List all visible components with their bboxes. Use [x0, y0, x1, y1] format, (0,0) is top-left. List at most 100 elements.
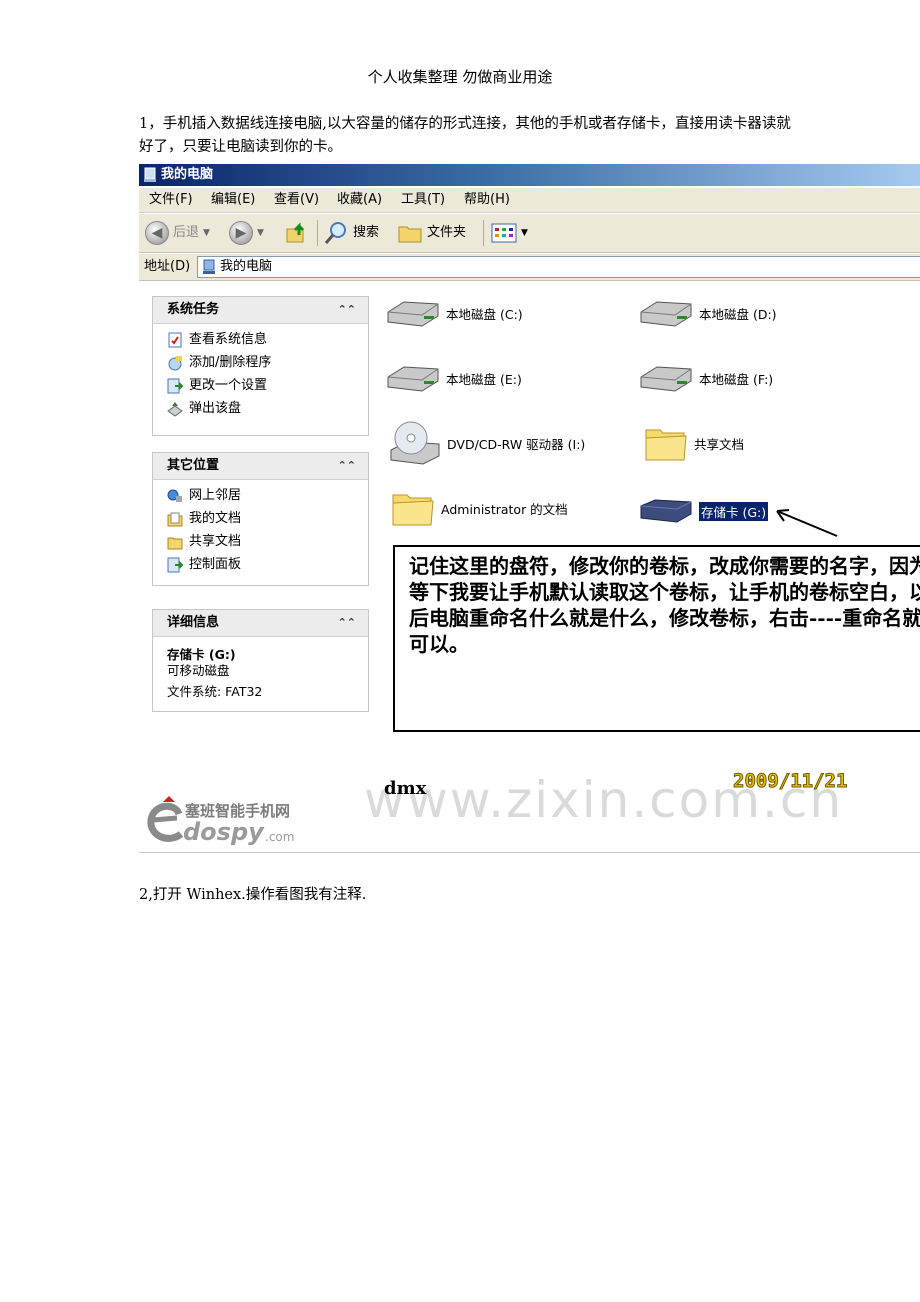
task-label: 弹出该盘 — [189, 401, 242, 416]
folder-shared[interactable]: 共享文档 — [644, 424, 744, 462]
logo-com-text: .com — [265, 830, 295, 844]
search-button[interactable]: 搜索 — [323, 214, 379, 252]
task-label: 添加/删除程序 — [189, 355, 272, 370]
folder-icon — [645, 429, 687, 461]
programs-icon — [168, 355, 182, 370]
place-label: 共享文档 — [189, 534, 242, 549]
views-button[interactable]: ▼ — [491, 214, 528, 252]
hard-disk-icon — [387, 301, 439, 327]
eject-icon — [167, 401, 183, 417]
drive-e[interactable]: 本地磁盘 (E:) — [386, 363, 522, 393]
network-icon — [167, 489, 182, 502]
folder-icon — [392, 494, 434, 526]
place-my-documents[interactable]: 我的文档 — [153, 507, 368, 530]
drive-label: 本地磁盘 (E:) — [446, 371, 522, 387]
details-name: 存储卡 (G:) — [167, 647, 236, 662]
drive-dvd[interactable]: DVD/CD-RW 驱动器 (I:) — [387, 420, 585, 466]
address-value: 我的电脑 — [220, 259, 273, 274]
documents-icon — [167, 512, 183, 526]
task-label: 更改一个设置 — [189, 378, 268, 393]
search-icon — [324, 222, 346, 244]
logo-en-text: dospy — [183, 818, 264, 846]
panel-title: 详细信息 — [167, 615, 220, 630]
chevron-up-icon: ⌃⌃ — [337, 459, 356, 472]
place-label: 网上邻居 — [189, 488, 242, 503]
window-titlebar: 我的电脑 — [139, 164, 920, 186]
page-header: 个人收集整理 勿做商业用途 — [367, 68, 553, 86]
drive-label: 本地磁盘 (D:) — [699, 306, 777, 322]
place-shared-documents[interactable]: 共享文档 — [153, 530, 368, 553]
menu-tools[interactable]: 工具(T) — [401, 188, 445, 212]
annotation-box: 记住这里的盘符，修改你的卷标，改成你需要的名字，因为等下我要让手机默认读取这个卷… — [393, 545, 920, 732]
details-header[interactable]: 详细信息 ⌃⌃ — [153, 610, 368, 637]
other-places-panel: 其它位置 ⌃⌃ 网上邻居 我的文档 共享文档 控制面板 — [152, 452, 369, 586]
up-folder-button[interactable] — [285, 214, 309, 252]
menu-help[interactable]: 帮助(H) — [464, 188, 510, 212]
place-network[interactable]: 网上邻居 — [153, 484, 368, 507]
drive-c[interactable]: 本地磁盘 (C:) — [386, 298, 523, 328]
panel-title: 其它位置 — [167, 458, 220, 473]
task-change-setting[interactable]: 更改一个设置 — [153, 374, 368, 397]
forward-button[interactable]: ▶ ▼ — [229, 214, 264, 252]
up-folder-icon — [286, 222, 305, 243]
control-panel-icon — [167, 378, 183, 393]
toolbar-separator — [483, 220, 484, 246]
system-tasks-header[interactable]: 系统任务 ⌃⌃ — [153, 297, 368, 324]
folders-button[interactable]: 文件夹 — [397, 214, 466, 252]
views-icon — [491, 223, 517, 243]
toolbar: ◀ 后退 ▼ ▶ ▼ 搜索 文件夹 ▼ — [139, 214, 920, 253]
chevron-up-icon: ⌃⌃ — [337, 616, 356, 629]
step-2-text: 2,打开 Winhex.操作看图我有注释. — [139, 887, 367, 903]
computer-icon — [203, 259, 215, 274]
menu-file[interactable]: 文件(F) — [149, 188, 193, 212]
my-computer-screenshot: 我的电脑 文件(F) 编辑(E) 查看(V) 收藏(A) 工具(T) 帮助(H)… — [139, 164, 920, 853]
drive-d[interactable]: 本地磁盘 (D:) — [639, 298, 777, 328]
drive-label: 存储卡 (G:) — [699, 501, 769, 521]
drive-label: DVD/CD-RW 驱动器 (I:) — [447, 436, 586, 452]
task-label: 查看系统信息 — [189, 332, 268, 347]
folder-admin-docs[interactable]: Administrator 的文档 — [391, 489, 568, 527]
menu-bar: 文件(F) 编辑(E) 查看(V) 收藏(A) 工具(T) 帮助(H) — [139, 188, 920, 213]
search-label: 搜索 — [353, 225, 380, 240]
back-label: 后退 — [173, 225, 200, 240]
place-label: 我的文档 — [189, 511, 242, 526]
toolbar-separator — [317, 220, 318, 246]
hard-disk-icon — [387, 366, 439, 392]
drive-label: 本地磁盘 (F:) — [699, 371, 774, 387]
back-arrow-icon: ◀ — [145, 221, 169, 245]
dvd-drive-icon — [390, 421, 440, 465]
chevron-down-icon: ▼ — [203, 228, 210, 238]
folder-icon — [398, 226, 422, 243]
folders-label: 文件夹 — [427, 225, 467, 240]
drive-card-g[interactable]: 存储卡 (G:) — [639, 496, 769, 526]
menu-favorites[interactable]: 收藏(A) — [337, 188, 382, 212]
place-control-panel[interactable]: 控制面板 — [153, 553, 368, 576]
task-eject-disk[interactable]: 弹出该盘 — [153, 397, 368, 420]
place-label: 控制面板 — [189, 557, 242, 572]
chevron-down-icon: ▼ — [521, 228, 528, 238]
step-1-text: 1，手机插入数据线连接电脑,以大容量的储存的形式连接，其他的手机或者存储卡，直接… — [139, 116, 791, 155]
other-places-header[interactable]: 其它位置 ⌃⌃ — [153, 453, 368, 480]
details-type: 可移动磁盘 — [167, 663, 230, 678]
task-add-remove-programs[interactable]: 添加/删除程序 — [153, 351, 368, 374]
date-stamp: 2009/11/21 — [732, 770, 848, 793]
drive-label: 共享文档 — [694, 436, 745, 452]
menu-view[interactable]: 查看(V) — [274, 188, 319, 212]
back-button[interactable]: ◀ 后退 ▼ — [145, 214, 210, 252]
signature: dmx — [384, 778, 427, 799]
hard-disk-icon — [640, 366, 692, 392]
address-label: 地址(D) — [144, 259, 191, 274]
drive-f[interactable]: 本地磁盘 (F:) — [639, 363, 773, 393]
address-input[interactable]: 我的电脑 — [197, 256, 920, 278]
task-view-system-info[interactable]: 查看系统信息 — [153, 328, 368, 351]
drive-label: 本地磁盘 (C:) — [446, 306, 523, 322]
removable-disk-icon — [640, 499, 692, 523]
logo-e-icon — [147, 796, 184, 842]
chevron-up-icon: ⌃⌃ — [337, 303, 356, 316]
details-filesystem: 文件系统: FAT32 — [167, 684, 263, 699]
menu-edit[interactable]: 编辑(E) — [211, 188, 255, 212]
dospy-logo: 塞班智能手机网 dospy .com — [145, 792, 315, 850]
system-info-icon — [168, 332, 182, 347]
forward-arrow-icon: ▶ — [229, 221, 253, 245]
panel-title: 系统任务 — [167, 302, 220, 317]
